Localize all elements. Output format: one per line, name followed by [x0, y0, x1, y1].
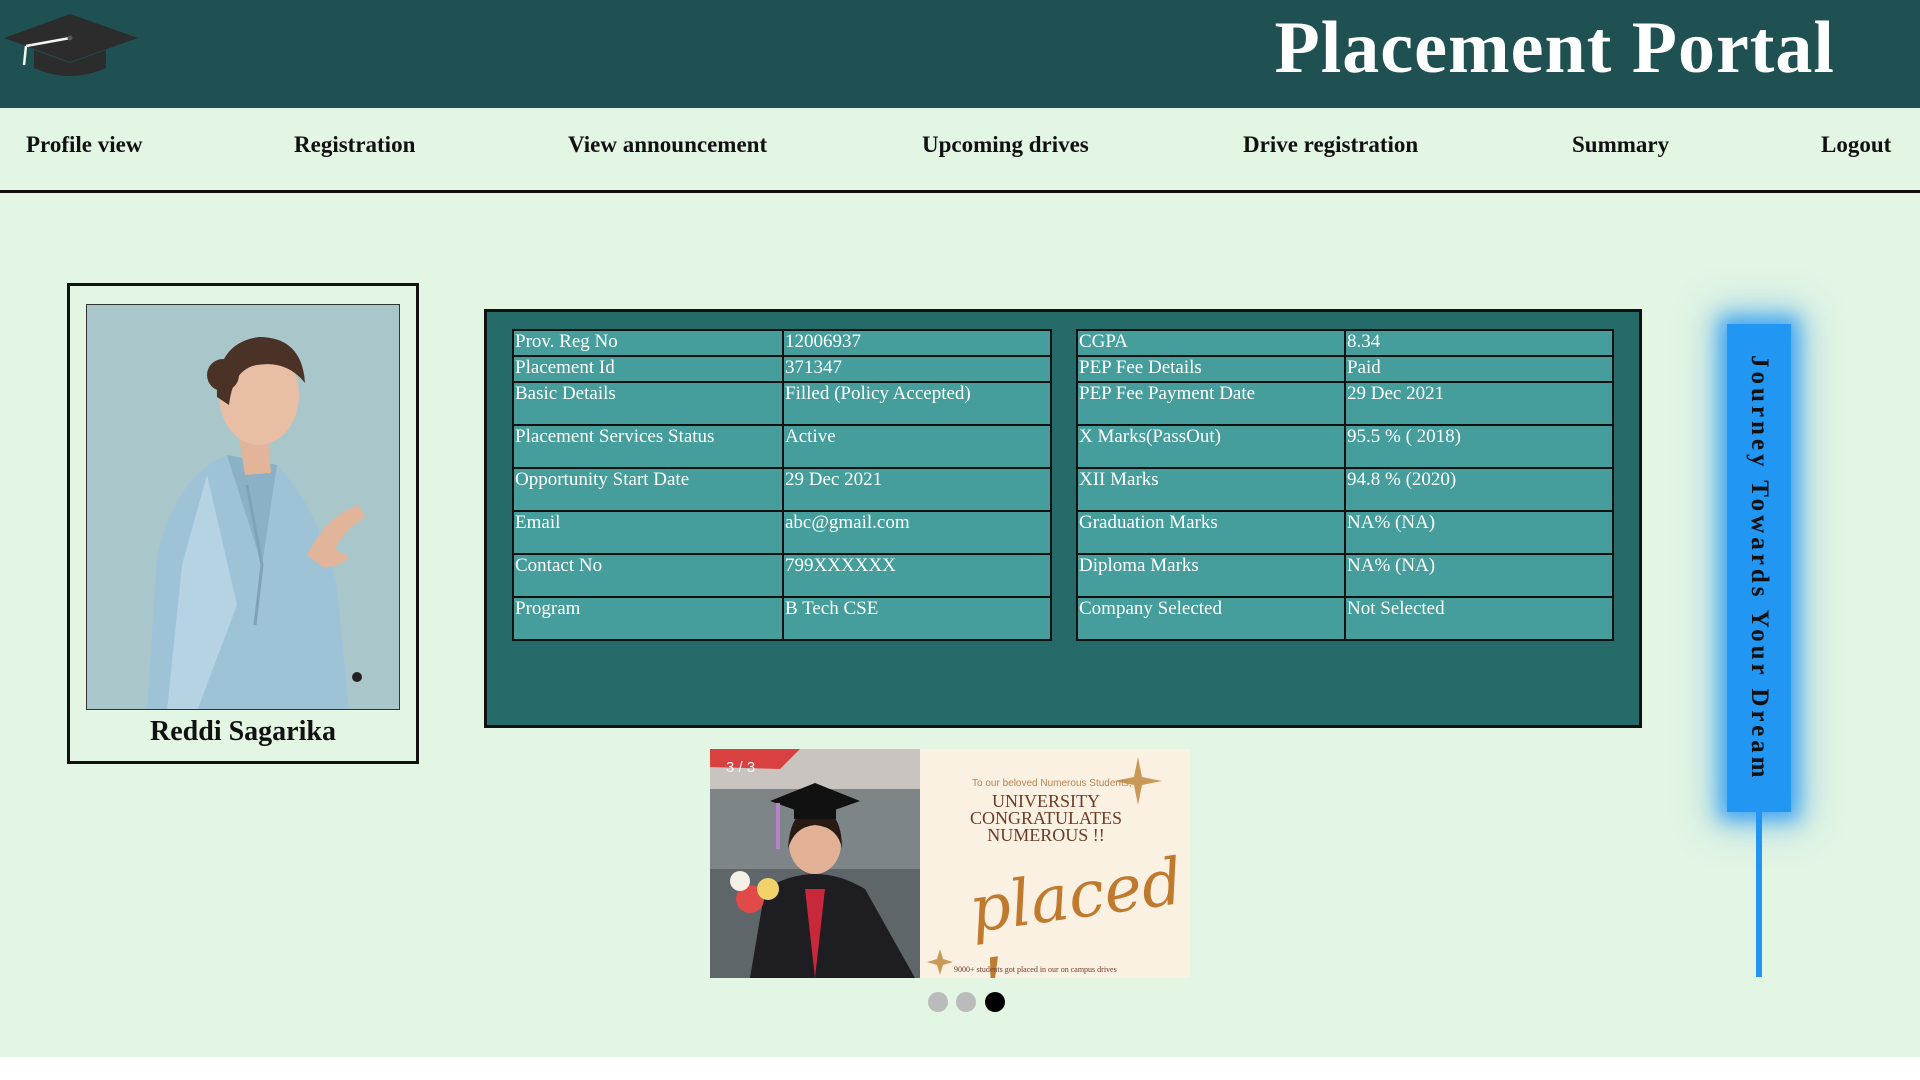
table-row: Program B Tech CSE: [514, 598, 1050, 639]
graduation-cap-icon: [4, 14, 138, 76]
detail-label: Placement Id: [514, 357, 782, 381]
table-row: Diploma Marks NA% (NA): [1078, 555, 1612, 596]
detail-value: Filled (Policy Accepted): [784, 383, 1050, 424]
header-bar: Placement Portal: [0, 0, 1920, 108]
table-row: Basic Details Filled (Policy Accepted): [514, 383, 1050, 424]
detail-label: Graduation Marks: [1078, 512, 1344, 553]
nav-profile-view[interactable]: Profile view: [26, 132, 142, 158]
detail-value: NA% (NA): [1346, 555, 1612, 596]
detail-label: PEP Fee Payment Date: [1078, 383, 1344, 424]
tagline-stem: [1756, 800, 1762, 977]
detail-label: Program: [514, 598, 782, 639]
table-row: CGPA 8.34: [1078, 331, 1612, 355]
slide-counter: 3 / 3: [726, 759, 756, 776]
detail-label: Contact No: [514, 555, 782, 596]
detail-value: Not Selected: [1346, 598, 1612, 639]
tagline-text: Journey Towards Your Dream: [1746, 354, 1773, 782]
table-row: Prov. Reg No 12006937: [514, 331, 1050, 355]
detail-value: 8.34: [1346, 331, 1612, 355]
detail-label: Diploma Marks: [1078, 555, 1344, 596]
slide-headline: UNIVERSITY CONGRATULATES NUMEROUS !!: [946, 792, 1146, 845]
detail-value: 371347: [784, 357, 1050, 381]
nav-upcoming-drives[interactable]: Upcoming drives: [922, 132, 1089, 158]
detail-value: NA% (NA): [1346, 512, 1612, 553]
detail-label: Company Selected: [1078, 598, 1344, 639]
detail-label: Email: [514, 512, 782, 553]
nav-registration[interactable]: Registration: [294, 132, 415, 158]
detail-label: PEP Fee Details: [1078, 357, 1344, 381]
nav-drive-registration[interactable]: Drive registration: [1243, 132, 1418, 158]
profile-photo: [86, 304, 400, 710]
table-row: Email abc@gmail.com: [514, 512, 1050, 553]
detail-value: Paid: [1346, 357, 1612, 381]
table-row: Placement Id 371347: [514, 357, 1050, 381]
student-details-panel: Prov. Reg No 12006937 Placement Id 37134…: [484, 309, 1642, 728]
table-row: Graduation Marks NA% (NA): [1078, 512, 1612, 553]
detail-label: Prov. Reg No: [514, 331, 782, 355]
detail-label: X Marks(PassOut): [1078, 426, 1344, 467]
table-row: Placement Services Status Active: [514, 426, 1050, 467]
detail-label: XII Marks: [1078, 469, 1344, 510]
slide-dot-3[interactable]: [985, 992, 1005, 1012]
details-table-left: Prov. Reg No 12006937 Placement Id 37134…: [512, 329, 1052, 641]
detail-label: Placement Services Status: [514, 426, 782, 467]
page-footer-strip: [0, 1057, 1920, 1080]
detail-label: Opportunity Start Date: [514, 469, 782, 510]
detail-value: Active: [784, 426, 1050, 467]
nav-view-announcement[interactable]: View announcement: [568, 132, 767, 158]
nav-summary[interactable]: Summary: [1572, 132, 1669, 158]
table-row: X Marks(PassOut) 95.5 % ( 2018): [1078, 426, 1612, 467]
table-row: PEP Fee Payment Date 29 Dec 2021: [1078, 383, 1612, 424]
slide-dot-1[interactable]: [928, 992, 948, 1012]
detail-value: 12006937: [784, 331, 1050, 355]
detail-value: 94.8 % (2020): [1346, 469, 1612, 510]
table-row: XII Marks 94.8 % (2020): [1078, 469, 1612, 510]
table-row: Contact No 799XXXXXX: [514, 555, 1050, 596]
slide-dot-2[interactable]: [956, 992, 976, 1012]
detail-label: CGPA: [1078, 331, 1344, 355]
profile-name: Reddi Sagarika: [150, 716, 336, 747]
detail-value: abc@gmail.com: [784, 512, 1050, 553]
main-nav: Profile view Registration View announcem…: [0, 108, 1920, 193]
page-title: Placement Portal: [1274, 7, 1835, 89]
table-row: PEP Fee Details Paid: [1078, 357, 1612, 381]
slide-footnote: 9000+ students got placed in our on camp…: [954, 965, 1117, 974]
nav-logout[interactable]: Logout: [1821, 132, 1891, 158]
detail-value: 799XXXXXX: [784, 555, 1050, 596]
slideshow-banner[interactable]: 3 / 3 To our beloved Numerous Students, …: [710, 749, 1190, 978]
table-row: Company Selected Not Selected: [1078, 598, 1612, 639]
detail-value: 29 Dec 2021: [784, 469, 1050, 510]
detail-label: Basic Details: [514, 383, 782, 424]
detail-value: 29 Dec 2021: [1346, 383, 1612, 424]
detail-value: 95.5 % ( 2018): [1346, 426, 1612, 467]
tagline-banner: Journey Towards Your Dream: [1727, 324, 1791, 812]
table-row: Opportunity Start Date 29 Dec 2021: [514, 469, 1050, 510]
details-table-right: CGPA 8.34 PEP Fee Details Paid PEP Fee P…: [1076, 329, 1614, 641]
detail-value: B Tech CSE: [784, 598, 1050, 639]
slide-dedication: To our beloved Numerous Students,: [972, 778, 1132, 789]
slide-headline-line: NUMEROUS !!: [987, 825, 1105, 845]
profile-card: Reddi Sagarika: [67, 283, 419, 764]
